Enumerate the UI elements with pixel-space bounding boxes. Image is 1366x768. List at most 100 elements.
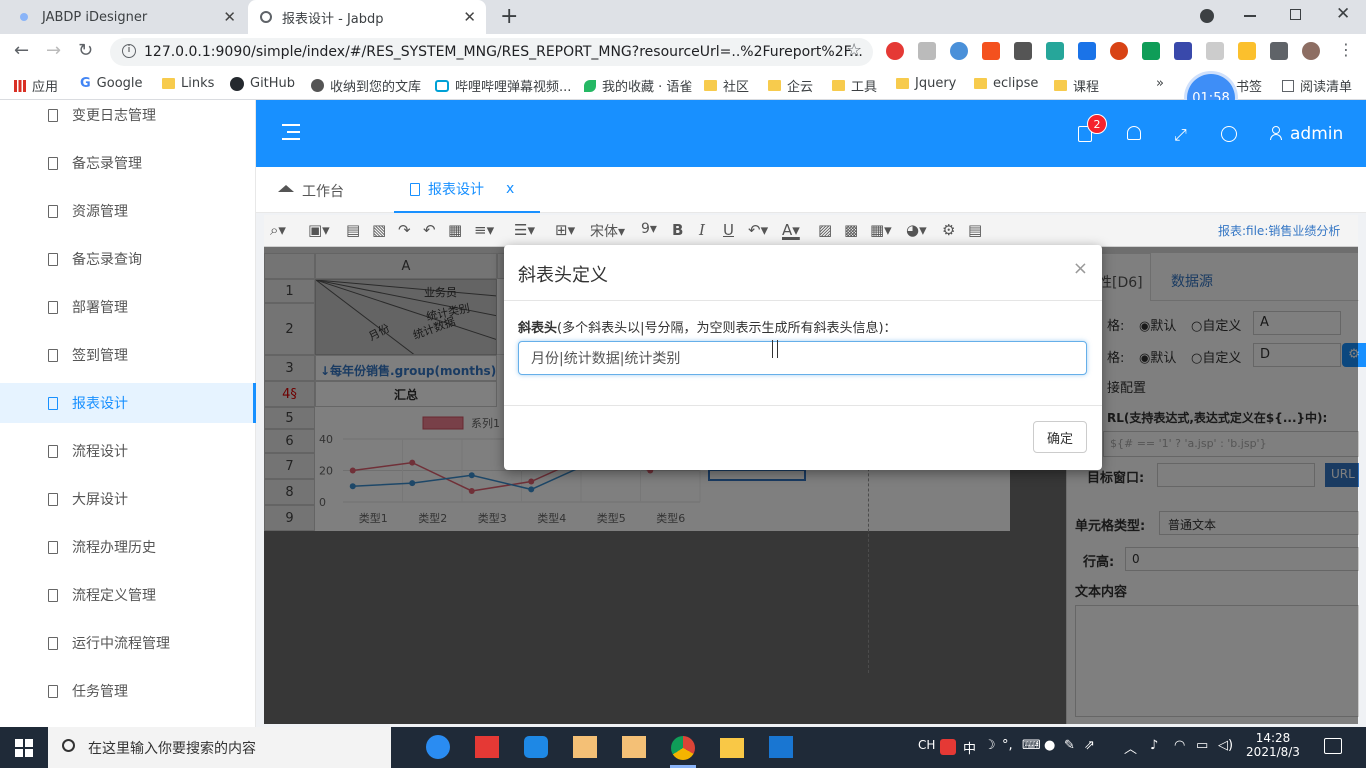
- bold-icon[interactable]: B: [672, 221, 683, 239]
- reading-list[interactable]: 阅读清单: [1282, 76, 1352, 95]
- extension-icon[interactable]: [950, 42, 968, 60]
- wps-app-icon[interactable]: [475, 736, 499, 758]
- settings-gear-icon[interactable]: ⚙: [942, 221, 955, 239]
- minimize-icon[interactable]: [1244, 15, 1256, 17]
- bookmark-bilibili[interactable]: 哔哩哔哩弹幕视频...: [435, 76, 571, 95]
- confirm-button[interactable]: 确定: [1033, 421, 1087, 453]
- wifi-icon[interactable]: ◠: [1174, 738, 1185, 753]
- feishu-app-icon[interactable]: [426, 735, 450, 759]
- action-center-icon[interactable]: [1324, 738, 1342, 754]
- bookmark-other[interactable]: 书签: [1236, 76, 1262, 95]
- bookmarks-more-button[interactable]: »: [1156, 76, 1164, 91]
- chrome-menu-icon[interactable]: ⋮: [1338, 40, 1354, 59]
- border-icon[interactable]: ⊞▾: [555, 221, 575, 239]
- sidebar-item-screen-design[interactable]: 大屏设计: [0, 479, 256, 519]
- sidebar-item-memo[interactable]: 备忘录管理: [0, 143, 256, 183]
- diagonal-header-input[interactable]: [518, 341, 1087, 375]
- restore-icon[interactable]: [1290, 9, 1301, 20]
- grid-view-icon[interactable]: ▤: [968, 221, 982, 239]
- windows-start-icon[interactable]: [15, 739, 33, 757]
- tab-report-design[interactable]: 报表设计 x: [394, 167, 540, 213]
- forward-icon[interactable]: →: [46, 40, 61, 61]
- bookmark-github[interactable]: GitHub: [230, 76, 295, 91]
- italic-icon[interactable]: I: [699, 221, 705, 239]
- extension-icon[interactable]: [1110, 42, 1128, 60]
- chrome-app-icon[interactable]: [671, 736, 695, 760]
- bookmark-tools[interactable]: 工具: [832, 76, 877, 95]
- menu-collapse-icon[interactable]: [282, 124, 300, 140]
- underline-icon[interactable]: U: [723, 221, 734, 239]
- moon-icon[interactable]: ☽: [984, 738, 996, 753]
- address-bar[interactable]: i 127.0.0.1:9090/simple/index/#/RES_SYST…: [110, 38, 873, 66]
- tab-close-icon[interactable]: ✕: [223, 8, 236, 26]
- microphone-icon[interactable]: ♪: [1150, 738, 1158, 753]
- sidebar-item-flow-definitions[interactable]: 流程定义管理: [0, 575, 256, 615]
- barcode-icon[interactable]: ▦▾: [870, 221, 892, 239]
- font-color-icon[interactable]: A▾: [782, 221, 800, 239]
- extension-icon[interactable]: [1078, 42, 1096, 60]
- taskbar-search-box[interactable]: 在这里输入你要搜索的内容: [48, 727, 391, 768]
- bookmark-library[interactable]: 收纳到您的文库: [311, 76, 421, 95]
- browser-tab-active[interactable]: 报表设计 - Jabdp ✕: [248, 0, 486, 34]
- extension-icon[interactable]: [1238, 42, 1256, 60]
- sidebar-item-checkin[interactable]: 签到管理: [0, 335, 256, 375]
- extension-icon[interactable]: [1174, 42, 1192, 60]
- redo-icon[interactable]: ↷: [398, 221, 411, 239]
- site-info-icon[interactable]: i: [122, 44, 136, 58]
- chart-icon[interactable]: ◕▾: [906, 221, 927, 239]
- clear-icon[interactable]: ▨: [818, 221, 832, 239]
- undo-icon[interactable]: ↶: [423, 221, 436, 239]
- bookmark-star-icon[interactable]: ☆: [846, 40, 862, 61]
- user-name[interactable]: admin: [1290, 124, 1343, 144]
- bookmark-qiyun[interactable]: 企云: [768, 76, 813, 95]
- tab-close-icon[interactable]: ✕: [463, 8, 476, 26]
- bookmark-yuque[interactable]: 我的收藏 · 语雀: [584, 76, 692, 95]
- java-app-icon[interactable]: [573, 736, 597, 758]
- snipping-tool-icon[interactable]: [769, 736, 793, 758]
- extension-icon[interactable]: [1142, 42, 1160, 60]
- fullscreen-icon[interactable]: ⤢: [1174, 125, 1187, 145]
- sidebar-item-resources[interactable]: 资源管理: [0, 191, 256, 231]
- ime-mode[interactable]: 中: [963, 738, 976, 757]
- sidebar-item-flow-history[interactable]: 流程办理历史: [0, 527, 256, 567]
- back-icon[interactable]: ←: [14, 40, 29, 61]
- align-icon[interactable]: ≡▾: [474, 221, 494, 239]
- keyboard-icon[interactable]: ⌨: [1022, 738, 1041, 753]
- avatar[interactable]: [1302, 42, 1320, 60]
- close-window-icon[interactable]: ✕: [1336, 4, 1350, 24]
- extension-icon[interactable]: [982, 42, 1000, 60]
- valign-icon[interactable]: ☰▾: [514, 221, 535, 239]
- sidebar-item-tasks[interactable]: 任务管理: [0, 671, 256, 711]
- adblock-icon[interactable]: [886, 42, 904, 60]
- import-icon[interactable]: ▧: [372, 221, 386, 239]
- font-select[interactable]: 宋体▾: [590, 221, 625, 241]
- image-icon[interactable]: ▩: [844, 221, 858, 239]
- new-tab-button[interactable]: +: [500, 4, 518, 29]
- notes-app-icon[interactable]: [524, 736, 548, 758]
- profile-dropdown-icon[interactable]: [1200, 9, 1214, 23]
- sidebar-item-memo-query[interactable]: 备忘录查询: [0, 239, 256, 279]
- extension-icon[interactable]: [1206, 42, 1224, 60]
- language-globe-icon[interactable]: [1221, 126, 1237, 142]
- extension-icon[interactable]: [1046, 42, 1064, 60]
- bookmark-eclipse[interactable]: eclipse: [974, 76, 1038, 91]
- punctuation-icon[interactable]: °,: [1002, 738, 1013, 753]
- java-app-icon[interactable]: [622, 736, 646, 758]
- format-painter-icon[interactable]: ↶▾: [748, 221, 768, 239]
- tray-expand-icon[interactable]: ︿: [1124, 738, 1137, 757]
- battery-icon[interactable]: ▭: [1196, 738, 1208, 753]
- volume-icon[interactable]: ◁): [1218, 738, 1233, 753]
- file-explorer-icon[interactable]: [720, 738, 744, 758]
- preview-icon[interactable]: ⌕▾: [270, 221, 286, 239]
- sidebar-item-deploy[interactable]: 部署管理: [0, 287, 256, 327]
- clock[interactable]: 14:28 2021/8/3: [1246, 731, 1300, 759]
- eyedropper-icon[interactable]: [1014, 42, 1032, 60]
- extension-icon[interactable]: [918, 42, 936, 60]
- close-icon[interactable]: ×: [1073, 258, 1088, 279]
- sidebar-item-change-log[interactable]: 变更日志管理: [0, 95, 256, 135]
- sidebar-item-flow-design[interactable]: 流程设计: [0, 431, 256, 471]
- open-icon[interactable]: ▤: [346, 221, 360, 239]
- tab-close-icon[interactable]: x: [506, 181, 514, 197]
- bookmark-courses[interactable]: 课程: [1054, 76, 1099, 95]
- share-icon[interactable]: ⇗: [1084, 738, 1095, 753]
